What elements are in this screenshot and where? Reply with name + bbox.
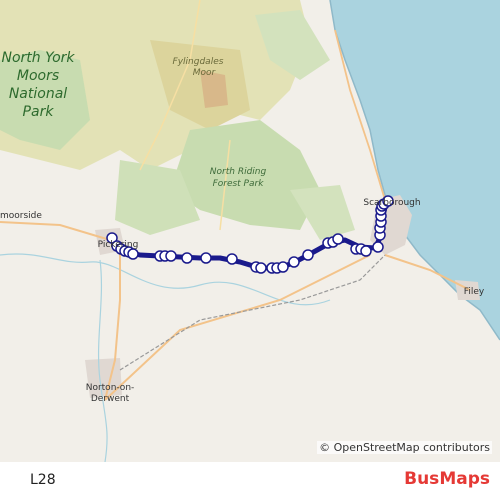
attribution-text: OpenStreetMap contributors <box>333 441 490 454</box>
bus-stop-marker[interactable] <box>226 253 238 265</box>
fylingdales-label-1: Fylingdales <box>173 57 224 67</box>
footer-bar: L28 BusMaps <box>0 462 500 500</box>
bus-stop-marker[interactable] <box>127 248 139 260</box>
copyright-symbol: © <box>319 441 331 454</box>
bus-stop-marker[interactable] <box>288 256 300 268</box>
norton-label-2: Derwent <box>91 394 130 404</box>
map-attribution[interactable]: © OpenStreetMap contributors <box>317 441 492 454</box>
scarborough-label: Scarborough <box>363 198 420 208</box>
fylingdales-label-2: Moor <box>193 68 217 78</box>
pickering-label: Pickering <box>98 240 139 250</box>
norton-label-1: Norton-on- <box>86 383 135 393</box>
busmaps-logo[interactable]: BusMaps <box>404 469 490 489</box>
bus-stop-marker[interactable] <box>255 262 267 274</box>
bus-stop-marker[interactable] <box>181 252 193 264</box>
forest-park-label-2: Forest Park <box>213 179 265 189</box>
park-label-line-3: National <box>9 86 67 102</box>
bus-stop-marker[interactable] <box>372 241 384 253</box>
park-label-line-2: Moors <box>17 68 59 84</box>
bus-stop-marker[interactable] <box>277 261 289 273</box>
bus-stop-marker[interactable] <box>165 250 177 262</box>
park-label-line-4: Park <box>23 104 55 120</box>
bus-stop-marker[interactable] <box>332 233 344 245</box>
filey-label: Filey <box>464 287 485 297</box>
park-label-line-1: North York <box>1 50 75 66</box>
forest-park-label-1: North Riding <box>210 167 267 177</box>
bus-stop-marker[interactable] <box>200 252 212 264</box>
bus-stop-marker[interactable] <box>302 249 314 261</box>
map-canvas: North York Moors National Park Fylingdal… <box>0 0 500 462</box>
brand-bus: Bus <box>404 469 440 489</box>
map-view[interactable]: North York Moors National Park Fylingdal… <box>0 0 500 462</box>
brand-maps: Maps <box>439 469 490 489</box>
bus-stop-marker[interactable] <box>360 245 372 257</box>
route-name: L28 <box>30 472 56 488</box>
kirkbymoorside-label: moorside <box>0 211 42 221</box>
